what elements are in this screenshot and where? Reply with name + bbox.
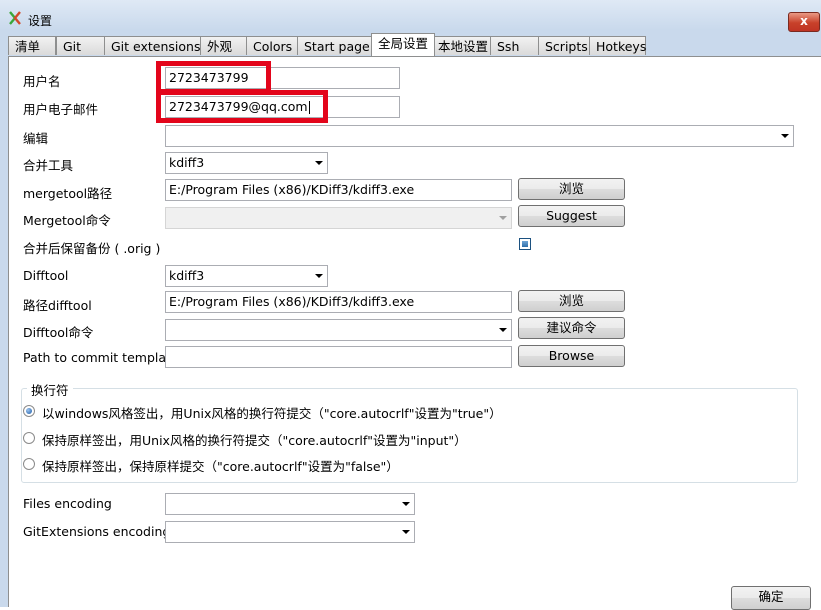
browse-mergetool-button[interactable]: 浏览 <box>518 178 625 200</box>
email-highlight <box>156 90 328 123</box>
keep-backup-checkbox[interactable] <box>519 238 531 250</box>
files-encoding-label: Files encoding <box>23 496 112 511</box>
username-label: 用户名 <box>23 74 61 89</box>
files-encoding-combo[interactable] <box>165 493 415 515</box>
mergetool-path-input[interactable]: E:/Program Files (x86)/KDiff3/kdiff3.exe <box>165 179 512 201</box>
difftool-cmd-label: Difftool命令 <box>23 325 94 340</box>
tab-hotkeys[interactable]: Hotkeys <box>589 36 646 55</box>
suggest-command-button[interactable]: 建议命令 <box>518 317 625 339</box>
tab-appearance[interactable]: 外观 <box>200 36 247 55</box>
close-icon: x <box>800 14 808 28</box>
chevron-down-icon <box>402 530 410 534</box>
difftool-path-label: 路径difftool <box>23 298 92 313</box>
editor-label: 编辑 <box>23 131 49 146</box>
tab-scripts[interactable]: Scripts <box>538 36 591 55</box>
chevron-down-icon <box>781 134 789 138</box>
difftool-label: Difftool <box>23 268 69 283</box>
window-title: 设置 <box>28 14 53 28</box>
tab-local-settings[interactable]: 本地设置 <box>431 36 494 55</box>
difftool-combo[interactable]: kdiff3 <box>165 265 328 287</box>
settings-window: 设置 x 清单 Git Git extensions 外观 Colors Sta… <box>0 0 821 610</box>
editor-combo[interactable] <box>165 125 794 147</box>
chevron-down-icon <box>402 502 410 506</box>
commit-template-input[interactable] <box>165 346 512 368</box>
tab-checklist[interactable]: 清单 <box>8 36 56 55</box>
mergetool-label: 合并工具 <box>23 158 74 173</box>
settings-panel: 用户名 2723473799 用户电子邮件 2723473799@qq.com … <box>8 56 821 610</box>
radio-autocrlf-true[interactable] <box>23 405 35 417</box>
tab-git-extensions[interactable]: Git extensions <box>104 36 202 55</box>
title-bar[interactable]: 设置 x <box>0 0 821 34</box>
mergetool-cmd-label: Mergetool命令 <box>23 213 111 228</box>
difftool-value: kdiff3 <box>169 268 205 283</box>
tab-colors[interactable]: Colors <box>246 36 299 55</box>
chevron-down-icon <box>499 328 507 332</box>
autocrlf-false-label[interactable]: 保持原样签出，保持原样提交（"core.autocrlf"设置为"false"） <box>42 456 399 475</box>
tab-ssh[interactable]: Ssh <box>490 36 540 55</box>
git-extensions-icon <box>9 11 21 25</box>
mergetool-combo[interactable]: kdiff3 <box>165 152 328 174</box>
keep-backup-label: 合并后保留备份 ( .orig ) <box>23 241 161 256</box>
autocrlf-input-label[interactable]: 保持原样签出，用Unix风格的换行符提交（"core.autocrlf"设置为"… <box>42 430 467 449</box>
browse-difftool-button[interactable]: 浏览 <box>518 290 625 312</box>
suggest-button[interactable]: Suggest <box>518 205 625 227</box>
gitext-encoding-label: GitExtensions encoding <box>23 524 171 539</box>
mergetool-path-value: E:/Program Files (x86)/KDiff3/kdiff3.exe <box>169 182 415 197</box>
checkbox-fill <box>522 241 528 247</box>
tab-bar: 清单 Git Git extensions 外观 Colors Start pa… <box>8 33 821 56</box>
difftool-cmd-combo[interactable] <box>165 319 512 341</box>
mergetool-cmd-combo[interactable] <box>165 207 512 229</box>
mergetool-path-label: mergetool路径 <box>23 186 113 201</box>
tab-git[interactable]: Git <box>56 36 108 55</box>
radio-autocrlf-input[interactable] <box>23 432 35 444</box>
commit-template-label: Path to commit template <box>23 350 179 365</box>
mergetool-value: kdiff3 <box>169 155 205 170</box>
tab-start-page[interactable]: Start page <box>297 36 373 55</box>
chevron-down-icon <box>499 216 507 220</box>
ok-button[interactable]: 确定 <box>731 586 811 610</box>
difftool-path-input[interactable]: E:/Program Files (x86)/KDiff3/kdiff3.exe <box>165 291 512 313</box>
gitext-encoding-combo[interactable] <box>165 521 415 543</box>
chevron-down-icon <box>315 161 323 165</box>
chevron-down-icon <box>315 274 323 278</box>
line-endings-title: 换行符 <box>27 380 73 399</box>
tab-global-settings[interactable]: 全局设置 <box>371 33 435 56</box>
close-button[interactable]: x <box>788 12 820 32</box>
difftool-path-value: E:/Program Files (x86)/KDiff3/kdiff3.exe <box>169 294 415 309</box>
browse-template-button[interactable]: Browse <box>518 345 625 367</box>
email-label: 用户电子邮件 <box>23 102 99 117</box>
radio-autocrlf-false[interactable] <box>23 458 35 470</box>
autocrlf-true-label[interactable]: 以windows风格签出，用Unix风格的换行符提交（"core.autocrl… <box>42 403 502 422</box>
